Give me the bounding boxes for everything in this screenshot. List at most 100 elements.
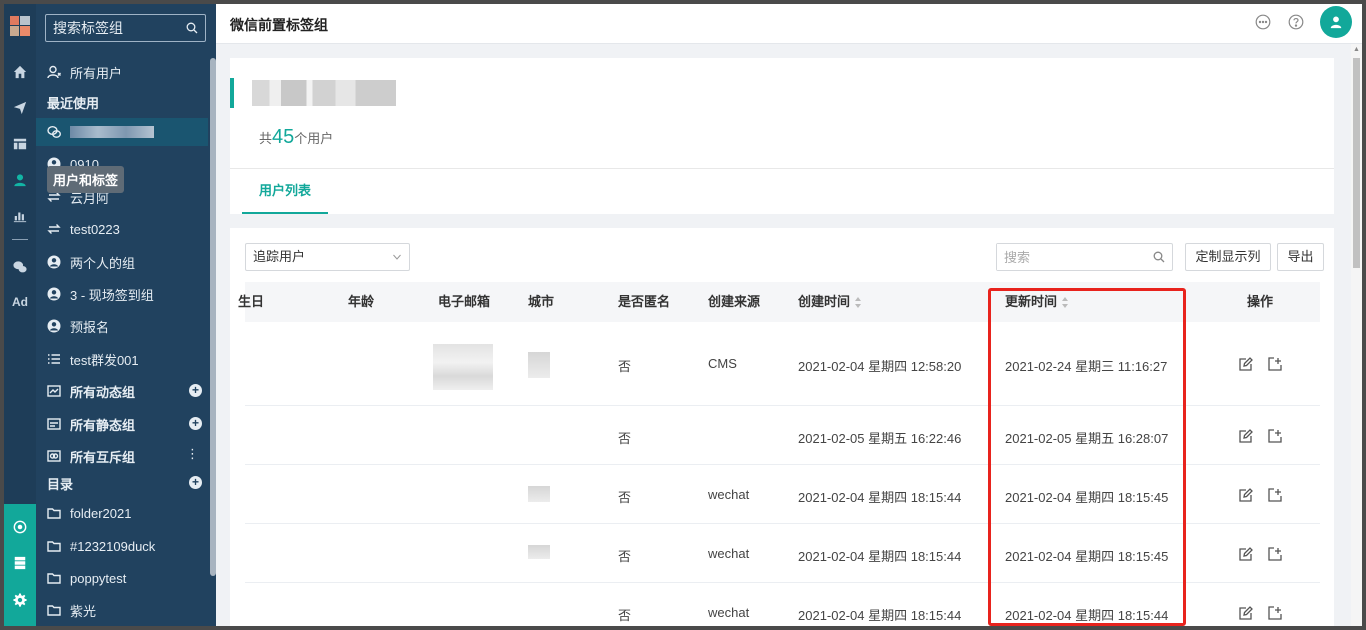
rail-bottom xyxy=(4,504,36,626)
edit-icon[interactable] xyxy=(1239,429,1253,443)
add-tag-icon[interactable] xyxy=(1268,357,1282,371)
cell-anonymous: 否 xyxy=(618,549,632,564)
home-icon[interactable] xyxy=(4,59,36,85)
sidebar-item-checkin-group[interactable]: 3 - 现场签到组 xyxy=(36,280,208,308)
add-tag-icon[interactable] xyxy=(1268,547,1282,561)
sidebar-item-test-broadcast[interactable]: test群发001 xyxy=(36,345,208,373)
user-circle-icon xyxy=(47,255,61,269)
cell-updated-time: 2021-02-05 星期五 16:28:07 xyxy=(1005,431,1169,446)
help-icon[interactable] xyxy=(1288,14,1304,30)
wechat-icon[interactable] xyxy=(4,254,36,280)
sidebar-item-label: #1232109duck xyxy=(70,538,156,554)
sidebar-folder-poppytest[interactable]: poppytest xyxy=(36,564,208,592)
folder-icon xyxy=(47,506,61,520)
sidebar-item-all-exclusive[interactable]: 所有互斥组 xyxy=(36,442,208,470)
sidebar-item-two-person-group[interactable]: 两个人的组 xyxy=(36,248,208,276)
table-search-input[interactable] xyxy=(997,244,1147,270)
cell-source: wechat xyxy=(708,546,750,561)
table-header: 生日 年龄 电子邮箱 城市 是否匿名 创建来源 创建时间 更新时间 操作 xyxy=(238,282,1320,322)
add-tag-icon[interactable] xyxy=(1268,488,1282,502)
sort-icon[interactable] xyxy=(855,297,862,309)
col-created-time[interactable]: 创建时间 xyxy=(798,282,862,322)
tab-user-list[interactable]: 用户列表 xyxy=(242,169,328,214)
sidebar-item-label: 两个人的组 xyxy=(70,255,136,271)
add-folder-icon[interactable]: + xyxy=(189,476,202,489)
table-search[interactable] xyxy=(996,243,1173,271)
sidebar-item-selected-group[interactable] xyxy=(36,118,208,146)
cell-anonymous: 否 xyxy=(618,359,632,374)
cell-anonymous: 否 xyxy=(618,490,632,505)
search-icon[interactable] xyxy=(1153,251,1165,263)
add-static-group-icon[interactable]: + xyxy=(189,417,202,430)
gear-icon[interactable] xyxy=(4,587,36,613)
sort-icon[interactable] xyxy=(1062,297,1069,309)
export-button[interactable]: 导出 xyxy=(1277,243,1324,271)
table-row: 否 2021-02-05 星期五 16:22:46 2021-02-05 星期五… xyxy=(245,406,1320,465)
edit-icon[interactable] xyxy=(1239,606,1253,620)
sidebar-item-test0223[interactable]: test0223 xyxy=(36,215,208,243)
cell-source: wechat xyxy=(708,605,750,620)
bar-chart-icon[interactable] xyxy=(4,203,36,229)
sidebar-item-label: 所有静态组 xyxy=(70,417,136,433)
accent-bar xyxy=(230,78,234,108)
server-icon[interactable] xyxy=(4,550,36,576)
chat-icon[interactable] xyxy=(1255,14,1271,30)
catalog-section-title: 目录 xyxy=(47,477,74,492)
top-bar: 微信前置标签组 xyxy=(216,4,1362,44)
icon-rail: Ad xyxy=(4,4,36,626)
user-filter-value: 追踪用户 xyxy=(253,249,306,264)
sidebar-item-preregister[interactable]: 预报名 xyxy=(36,312,208,340)
tag-group-search[interactable] xyxy=(45,14,206,42)
more-options-icon[interactable]: ⋮ xyxy=(186,446,199,462)
sidebar-item-label: poppytest xyxy=(70,570,127,586)
col-updated-time-label: 更新时间 xyxy=(1005,294,1058,309)
redacted-city xyxy=(528,352,550,378)
edit-icon[interactable] xyxy=(1239,357,1253,371)
search-icon[interactable] xyxy=(186,22,198,34)
sync-icon xyxy=(47,222,61,236)
col-actions: 操作 xyxy=(1247,294,1274,309)
page-scrollbar-thumb[interactable] xyxy=(1353,58,1360,268)
folder-icon xyxy=(47,603,61,617)
sidebar-item-all-static[interactable]: 所有静态组 xyxy=(36,410,208,438)
edit-icon[interactable] xyxy=(1239,488,1253,502)
user-table-panel: 追踪用户 定制显示列 导出 生日 年龄 电子邮箱 城市 是否匿名 创建来源 创建… xyxy=(230,228,1334,626)
redacted-group-title xyxy=(252,80,396,106)
sidebar-item-label: 3 - 现场签到组 xyxy=(70,287,154,303)
user-filter-select[interactable]: 追踪用户 xyxy=(245,243,410,271)
user-icon[interactable] xyxy=(4,167,36,193)
add-tag-icon[interactable] xyxy=(1268,606,1282,620)
cell-updated-time: 2021-02-24 星期三 11:16:27 xyxy=(1005,359,1168,374)
brand-logo xyxy=(10,16,30,36)
add-dynamic-group-icon[interactable]: + xyxy=(189,384,202,397)
page-scrollbar[interactable]: ▲ xyxy=(1351,44,1362,626)
exclusive-group-icon xyxy=(47,449,61,463)
tag-group-search-input[interactable] xyxy=(46,15,176,41)
add-tag-icon[interactable] xyxy=(1268,429,1282,443)
col-updated-time[interactable]: 更新时间 xyxy=(1005,282,1069,322)
col-email: 电子邮箱 xyxy=(438,294,491,309)
rail-divider xyxy=(12,239,28,240)
support-icon[interactable] xyxy=(4,514,36,540)
folder-icon xyxy=(47,571,61,585)
sidebar-item-all-users[interactable]: 所有用户 xyxy=(36,58,208,86)
custom-columns-button[interactable]: 定制显示列 xyxy=(1185,243,1271,271)
send-icon[interactable] xyxy=(4,95,36,121)
cell-source: wechat xyxy=(708,487,750,502)
table-row: 否 wechat 2021-02-04 星期四 18:15:44 2021-02… xyxy=(245,524,1320,583)
scroll-up-icon[interactable]: ▲ xyxy=(1353,46,1360,53)
avatar[interactable] xyxy=(1320,6,1352,38)
sidebar-item-label: 所有用户 xyxy=(70,65,123,81)
redacted-email xyxy=(433,344,493,390)
cell-created-time: 2021-02-05 星期五 16:22:46 xyxy=(798,431,962,446)
edit-icon[interactable] xyxy=(1239,547,1253,561)
sidebar-folder-ziguang[interactable]: 紫光 xyxy=(36,596,208,624)
sidebar-item-all-dynamic[interactable]: 所有动态组 xyxy=(36,377,208,405)
layout-icon[interactable] xyxy=(4,131,36,157)
ad-icon[interactable]: Ad xyxy=(4,289,36,315)
sidebar-folder-duck[interactable]: #1232109duck xyxy=(36,532,208,560)
sidebar-folder-folder2021[interactable]: folder2021 xyxy=(36,499,208,527)
redacted-group-name xyxy=(70,126,154,138)
sidebar-scrollbar[interactable] xyxy=(210,58,216,576)
col-birthday: 生日 xyxy=(238,294,265,309)
